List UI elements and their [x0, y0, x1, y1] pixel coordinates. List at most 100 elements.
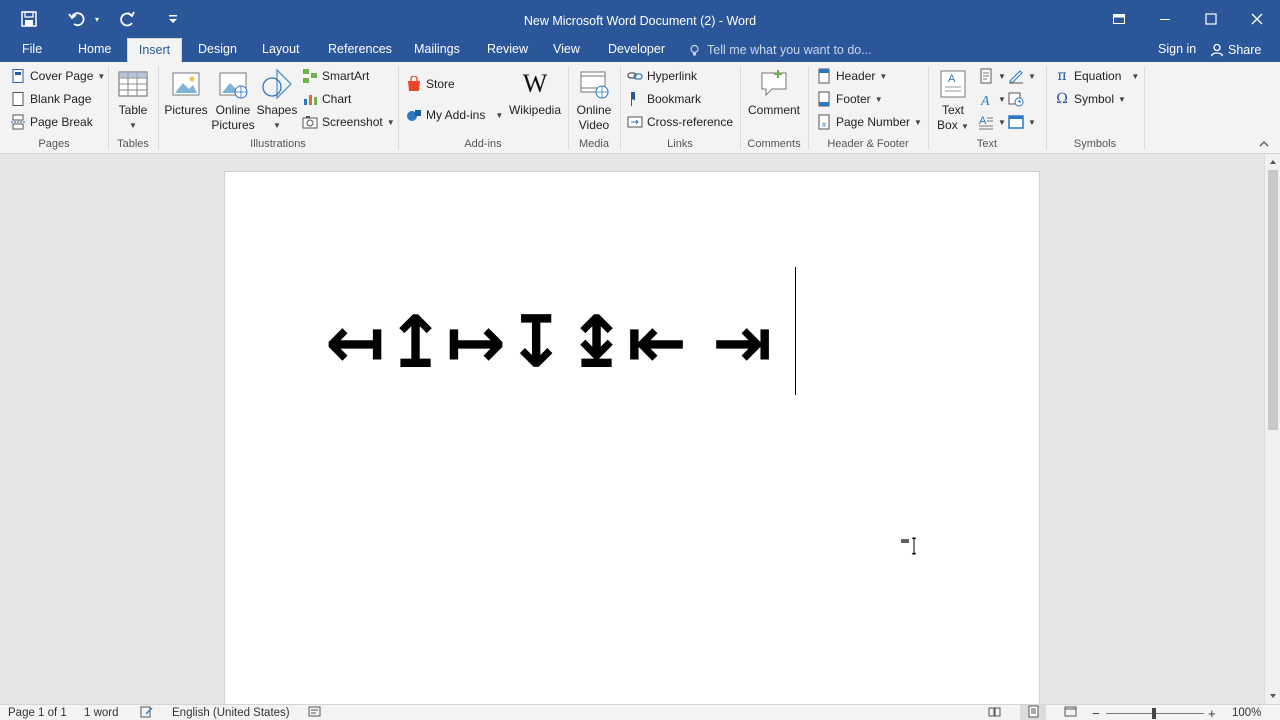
- smartart-button[interactable]: SmartArt: [302, 68, 369, 84]
- status-bar: Page 1 of 1 1 word English (United State…: [0, 704, 1280, 720]
- zoom-level[interactable]: 100%: [1232, 705, 1261, 720]
- collapse-ribbon-icon[interactable]: [1258, 138, 1270, 150]
- proofing-book-icon: [140, 706, 153, 718]
- web-layout-button[interactable]: [1064, 705, 1077, 720]
- date-time-icon: [1008, 92, 1024, 107]
- tab-view[interactable]: View: [543, 38, 590, 62]
- tab-developer[interactable]: Developer: [598, 38, 675, 62]
- scroll-down-icon[interactable]: [1267, 690, 1279, 702]
- pictures-button[interactable]: Pictures: [164, 68, 208, 118]
- header-button[interactable]: Header ▼: [816, 68, 887, 84]
- read-mode-button[interactable]: [988, 705, 1001, 720]
- shapes-button[interactable]: Shapes ▼: [256, 68, 298, 133]
- page-number-button[interactable]: # Page Number ▼: [816, 114, 922, 130]
- my-addins-button[interactable]: My Add-ins ▼: [406, 107, 503, 123]
- wikipedia-button[interactable]: W Wikipedia: [506, 68, 564, 118]
- text-box-label-line2-wrap: Box ▼: [937, 118, 969, 134]
- window-controls: [1096, 0, 1280, 38]
- footer-button[interactable]: Footer ▼: [816, 91, 883, 107]
- cover-page-label: Cover Page: [30, 69, 94, 83]
- bookmark-label: Bookmark: [647, 92, 702, 106]
- date-time-button[interactable]: [1008, 91, 1024, 107]
- sign-in-link[interactable]: Sign in: [1158, 38, 1196, 62]
- equation-button[interactable]: π Equation ▼: [1054, 68, 1139, 84]
- word-count[interactable]: 1 word: [84, 705, 119, 720]
- lightbulb-icon: [690, 44, 699, 55]
- drop-cap-button[interactable]: A ▼: [978, 114, 1006, 130]
- print-layout-button[interactable]: [1020, 705, 1046, 720]
- page-break-button[interactable]: Page Break: [10, 114, 93, 130]
- chevron-down-icon: ▼: [97, 71, 106, 81]
- cover-page-icon: [12, 69, 24, 83]
- ribbon-tabs: File Home Insert Design Layout Reference…: [0, 38, 1280, 62]
- zoom-slider-thumb[interactable]: [1152, 708, 1156, 719]
- tell-me-placeholder: Tell me what you want to do...: [707, 43, 872, 57]
- online-pictures-button[interactable]: Online Pictures: [210, 68, 256, 133]
- ribbon-display-options-button[interactable]: [1096, 0, 1142, 38]
- tab-mailings[interactable]: Mailings: [404, 38, 470, 62]
- maximize-button[interactable]: [1188, 0, 1234, 38]
- close-button[interactable]: [1234, 0, 1280, 38]
- chevron-down-icon: ▼: [914, 117, 922, 127]
- scroll-up-icon[interactable]: [1267, 156, 1279, 168]
- table-button[interactable]: Table ▼: [114, 68, 152, 133]
- tab-review[interactable]: Review: [477, 38, 538, 62]
- group-label-header-footer: Header & Footer: [827, 138, 909, 150]
- scrollbar-thumb[interactable]: [1268, 170, 1278, 430]
- bookmark-button[interactable]: Bookmark: [627, 91, 701, 107]
- hyperlink-label: Hyperlink: [647, 69, 698, 83]
- zoom-in-button[interactable]: +: [1208, 705, 1216, 720]
- object-button[interactable]: ▼: [1008, 114, 1036, 130]
- screenshot-button[interactable]: Screenshot ▼: [302, 114, 395, 130]
- cover-page-button[interactable]: Cover Page ▼: [10, 68, 105, 84]
- store-button[interactable]: Store: [406, 76, 455, 92]
- chart-button[interactable]: Chart: [302, 91, 351, 107]
- quick-parts-button[interactable]: ▼: [978, 68, 1006, 84]
- page-count[interactable]: Page 1 of 1: [8, 705, 67, 720]
- text-cursor: [795, 267, 796, 395]
- chart-icon: [304, 95, 317, 105]
- group-label-media: Media: [579, 138, 609, 150]
- language-status[interactable]: English (United States): [172, 705, 290, 720]
- tab-home[interactable]: Home: [68, 38, 121, 62]
- document-page[interactable]: ↤↥↦↧↨⇤ ⇥: [224, 171, 1040, 704]
- tab-insert[interactable]: Insert: [127, 38, 182, 62]
- title-bar: ▾ New Microsoft Word Document (2) - Word: [0, 0, 1280, 38]
- wordart-button[interactable]: A ▼: [978, 91, 1006, 107]
- cross-reference-button[interactable]: Cross-reference: [627, 114, 733, 130]
- online-video-button[interactable]: Online Video: [572, 68, 616, 133]
- tab-file[interactable]: File: [12, 38, 52, 62]
- store-label: Store: [426, 77, 455, 91]
- tell-me-search[interactable]: Tell me what you want to do...: [688, 38, 872, 62]
- screenshot-label: Screenshot: [322, 115, 383, 129]
- document-text[interactable]: ↤↥↦↧↨⇤ ⇥: [325, 294, 772, 390]
- minimize-button[interactable]: [1142, 0, 1188, 38]
- group-label-illustrations: Illustrations: [250, 138, 306, 150]
- chevron-down-icon: ▼: [495, 110, 504, 120]
- macro-recording-status[interactable]: [308, 705, 321, 720]
- wikipedia-icon: W: [523, 69, 548, 98]
- vertical-scrollbar[interactable]: [1264, 154, 1280, 704]
- cross-reference-label: Cross-reference: [647, 115, 734, 129]
- comment-button[interactable]: Comment: [744, 68, 804, 118]
- blank-page-button[interactable]: Blank Page: [10, 91, 91, 107]
- symbol-button[interactable]: Ω Symbol ▼: [1054, 91, 1126, 107]
- hyperlink-button[interactable]: Hyperlink: [627, 68, 697, 84]
- tab-layout[interactable]: Layout: [252, 38, 310, 62]
- proofing-status[interactable]: [140, 705, 153, 720]
- screenshot-icon: [302, 116, 318, 129]
- svg-text:A: A: [979, 115, 987, 127]
- signature-line-button[interactable]: ▼: [1008, 68, 1036, 84]
- tab-references[interactable]: References: [318, 38, 402, 62]
- comment-icon: [761, 70, 787, 97]
- mouse-ibeam-pointer-icon: [901, 537, 917, 555]
- chevron-down-icon: ▼: [998, 71, 1006, 81]
- zoom-out-button[interactable]: −: [1092, 705, 1100, 720]
- tab-design[interactable]: Design: [188, 38, 247, 62]
- share-button[interactable]: Share: [1210, 38, 1261, 62]
- chevron-down-icon: ▼: [1028, 71, 1036, 81]
- chevron-down-icon: ▼: [961, 122, 969, 131]
- cross-reference-icon: [627, 116, 643, 128]
- document-area[interactable]: ↤↥↦↧↨⇤ ⇥: [0, 154, 1264, 704]
- text-box-button[interactable]: A Text Box ▼: [934, 68, 972, 134]
